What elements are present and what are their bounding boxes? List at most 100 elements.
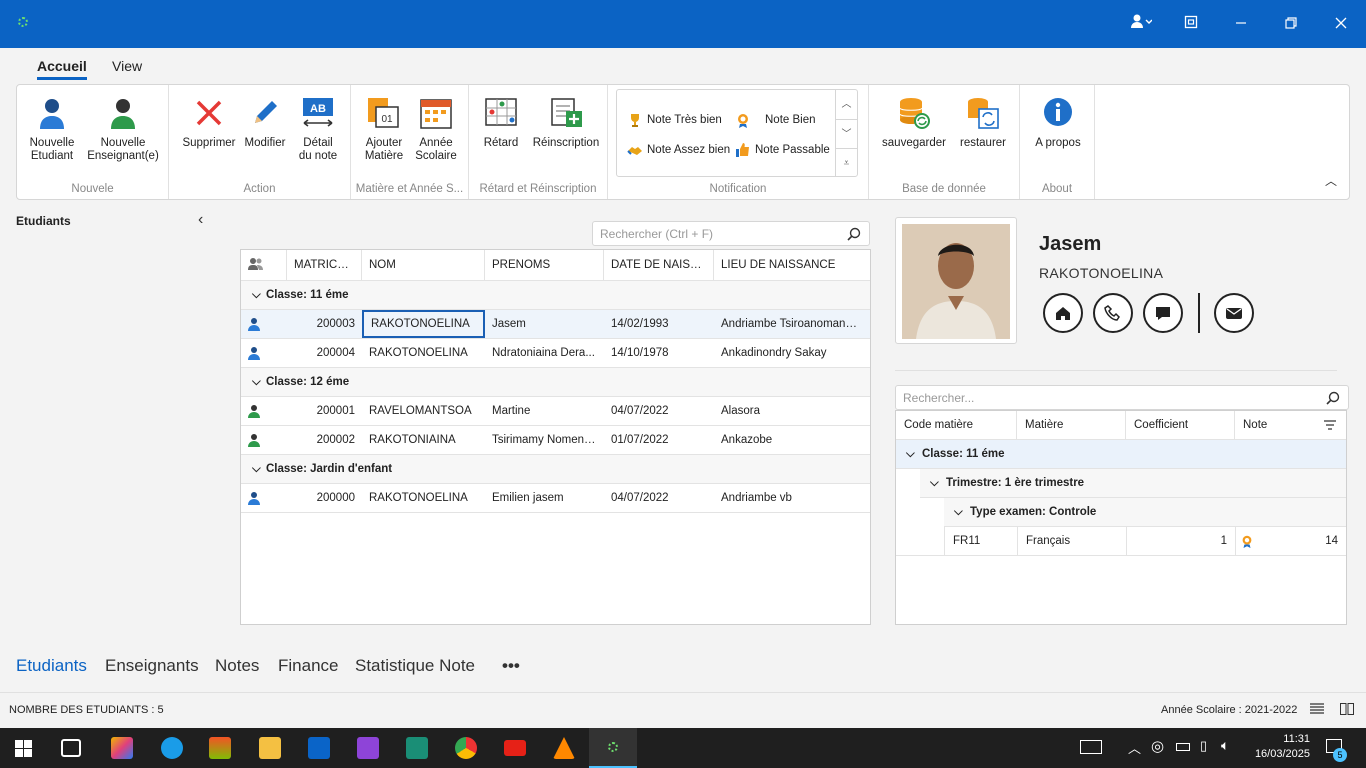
cell-date[interactable]: 04/07/2022 [604,397,714,425]
clock[interactable]: 11:31 16/03/2025 [1255,732,1310,762]
tab-accueil[interactable]: Accueil [37,58,87,80]
globe-icon[interactable]: ◎ [1151,737,1164,755]
column-date-naissance[interactable]: DATE DE NAISSA... [604,250,714,280]
filter-icon[interactable] [1324,420,1336,430]
tab-statistique-note[interactable]: Statistique Note [355,656,475,676]
delete-button[interactable]: Supprimer [179,95,239,150]
gallery-scroll-up[interactable]: ︿ [835,90,857,119]
chevron-up-icon[interactable]: ︿ [1128,738,1141,757]
message-button[interactable] [1143,293,1183,333]
about-button[interactable]: A propos [1026,95,1090,150]
column-coefficient[interactable]: Coefficient [1126,411,1235,439]
close-button[interactable] [1328,12,1354,36]
copilot-icon[interactable] [111,737,133,759]
cell-date[interactable]: 01/07/2022 [604,426,714,454]
column-nom[interactable]: NOM [362,250,485,280]
outlook-icon[interactable] [308,737,330,759]
group-row[interactable]: ⌵ Classe: 11 éme [241,281,870,310]
youtube-icon[interactable] [504,740,526,756]
tab-etudiants[interactable]: Etudiants [16,656,87,676]
cell-lieu[interactable]: Andriambe vb [714,484,870,512]
cell-lieu[interactable]: Alasora [714,397,870,425]
gallery-expand[interactable]: ⩡ [835,148,857,177]
table-row[interactable]: 200001 RAVELOMANTSOA Martine 04/07/2022 … [241,397,870,426]
reinscription-button[interactable]: Réinscription [529,95,603,150]
note-passable-item[interactable]: Note Passable [735,142,830,158]
tab-notes[interactable]: Notes [215,656,259,676]
student-search-input[interactable]: Rechercher (Ctrl + F) [592,221,870,246]
school-year-button[interactable]: Année Scolaire [411,95,461,163]
column-matiere[interactable]: Matière [1017,411,1126,439]
table-row[interactable]: 200004 RAKOTONOELINA Ndratoniaina Dera..… [241,339,870,368]
save-db-button[interactable]: sauvegarder [879,95,949,150]
group-row[interactable]: ⌵ Classe: Jardin d'enfant [241,455,870,484]
card-view-icon[interactable] [1340,703,1354,715]
cell-note[interactable]: 14 [1235,527,1346,555]
app-window-button[interactable] [1178,12,1204,36]
keyboard-icon[interactable] [1080,740,1102,754]
user-menu-button[interactable] [1128,12,1154,36]
cell-date[interactable]: 04/07/2022 [604,484,714,512]
column-lieu-naissance[interactable]: LIEU DE NAISSANCE [714,250,870,280]
vlc-icon[interactable] [553,737,575,759]
late-button[interactable]: Rétard [477,95,525,150]
tab-finance[interactable]: Finance [278,656,338,676]
cell-matricule[interactable]: 200004 [287,339,362,367]
new-student-button[interactable]: Nouvelle Etudiant [25,95,79,163]
cell-matricule[interactable]: 200003 [287,310,362,338]
task-view-icon[interactable] [61,739,81,757]
file-explorer-icon[interactable] [259,737,281,759]
more-tabs-button[interactable]: ••• [502,656,520,676]
table-row[interactable]: 200000 RAKOTONOELINA Emilien jasem 04/07… [241,484,870,513]
tab-enseignants[interactable]: Enseignants [105,656,199,676]
cell-date[interactable]: 14/02/1993 [604,310,714,338]
profile-photo[interactable] [902,224,1010,339]
home-button[interactable] [1043,293,1083,333]
column-matricule[interactable]: MATRICULE [287,250,362,280]
edge-icon[interactable] [161,737,183,759]
cell-matricule[interactable]: 200000 [287,484,362,512]
cell-nom[interactable]: RAVELOMANTSOA [362,397,485,425]
tab-view[interactable]: View [112,58,142,74]
edit-button[interactable]: Modifier [241,95,289,150]
maximize-button[interactable] [1278,12,1304,36]
collapse-ribbon-button[interactable]: ︿ [1325,172,1337,189]
cell-lieu[interactable]: Andriambe Tsiroanomandidy [714,310,870,338]
cell-matricule[interactable]: 200001 [287,397,362,425]
notes-table-row[interactable]: FR11 Français 1 14 [896,527,1346,556]
email-button[interactable] [1214,293,1254,333]
cell-matiere[interactable]: Français [1017,527,1126,555]
call-button[interactable] [1093,293,1133,333]
battery-icon[interactable] [1176,743,1190,751]
windows-start-icon[interactable] [15,740,32,757]
cell-lieu[interactable]: Ankazobe [714,426,870,454]
cell-prenoms[interactable]: Emilien jasem [485,484,604,512]
note-assez-bien-item[interactable]: Note Assez bien [627,142,730,158]
cell-date[interactable]: 14/10/1978 [604,339,714,367]
column-code-matiere[interactable]: Code matière [896,411,1017,439]
restore-db-button[interactable]: restaurer [951,95,1015,150]
cell-nom[interactable]: RAKOTONOELINA [362,484,485,512]
cell-prenoms[interactable]: Ndratoniaina Dera... [485,339,604,367]
volume-icon[interactable]: 🔈︎ [1221,737,1229,754]
notes-group-row[interactable]: ⌵ Classe: 11 éme [896,440,1346,469]
add-subject-button[interactable]: 01 Ajouter Matière [359,95,409,163]
cell-coef[interactable]: 1 [1126,527,1235,555]
sidebar-collapse-button[interactable]: ‹ [198,211,203,229]
active-app-button[interactable] [589,728,637,768]
gallery-scroll-down[interactable]: ﹀ [835,119,857,148]
network-icon[interactable]: ▯ [1200,738,1207,754]
cell-nom[interactable]: RAKOTONOELINA [362,339,485,367]
cell-lieu[interactable]: Ankadinondry Sakay [714,339,870,367]
notes-subsubgroup-row[interactable]: ⌵ Type examen: Controle [944,498,1346,527]
cell-nom[interactable]: RAKOTONIAINA [362,426,485,454]
app-green-icon[interactable] [406,737,428,759]
cell-code[interactable]: FR11 [944,527,1017,555]
note-bien-item[interactable]: Note Bien [735,112,816,128]
cell-prenoms[interactable]: Martine [485,397,604,425]
table-row[interactable]: 200002 RAKOTONIAINA Tsirimamy Nomenja...… [241,426,870,455]
new-teacher-button[interactable]: Nouvelle Enseignant(e) [83,95,163,163]
cell-prenoms[interactable]: Jasem [485,310,604,338]
store-icon[interactable] [209,737,231,759]
notes-search-input[interactable]: Rechercher... [895,385,1349,410]
